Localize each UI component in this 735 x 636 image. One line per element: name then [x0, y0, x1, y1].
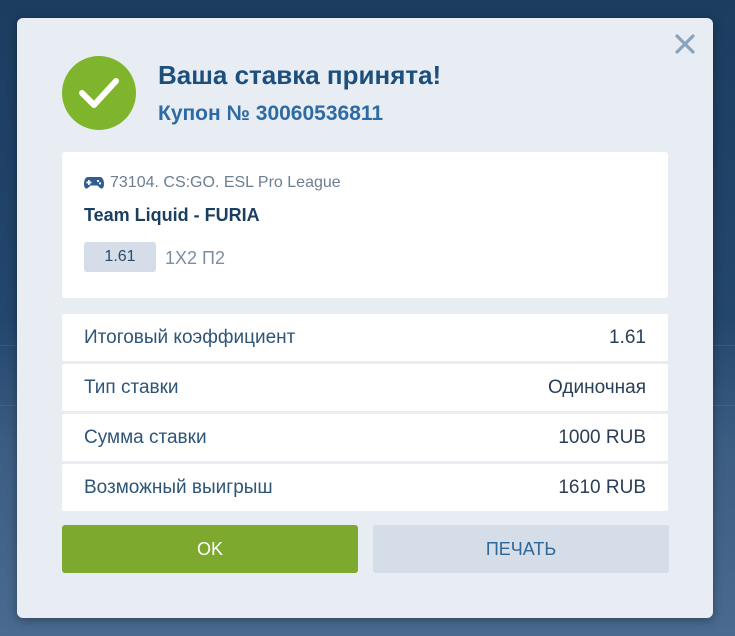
close-button[interactable] — [671, 30, 699, 58]
summary-row: Возможный выигрыш 1610 RUB — [62, 464, 668, 511]
event-league-line: 73104. CS:GO. ESL Pro League — [84, 174, 341, 192]
coupon-number: Купон № 30060536811 — [158, 102, 384, 125]
dialog-title: Ваша ставка принята! — [158, 60, 442, 90]
summary-row: Сумма ставки 1000 RUB — [62, 414, 668, 461]
print-button[interactable]: ПЕЧАТЬ — [373, 525, 669, 573]
close-icon — [675, 34, 695, 54]
gamepad-icon — [84, 177, 104, 189]
summary-label: Сумма ставки — [84, 426, 207, 448]
success-check-icon — [62, 56, 136, 130]
bet-summary: Итоговый коэффициент 1.61 Тип ставки Оди… — [62, 314, 668, 514]
summary-row: Тип ставки Одиночная — [62, 364, 668, 411]
summary-value: Одиночная — [548, 376, 646, 398]
summary-label: Тип ставки — [84, 376, 179, 398]
summary-value: 1610 RUB — [558, 476, 646, 498]
summary-label: Возможный выигрыш — [84, 476, 273, 498]
event-card: 73104. CS:GO. ESL Pro League Team Liquid… — [62, 152, 668, 298]
summary-value: 1000 RUB — [558, 426, 646, 448]
odds-badge: 1.61 — [84, 242, 156, 272]
summary-value: 1.61 — [609, 326, 646, 348]
summary-label: Итоговый коэффициент — [84, 326, 296, 348]
summary-row: Итоговый коэффициент 1.61 — [62, 314, 668, 361]
event-league: 73104. CS:GO. ESL Pro League — [110, 174, 341, 191]
ok-button[interactable]: OK — [62, 525, 358, 573]
match-name: Team Liquid - FURIA — [84, 205, 260, 225]
bet-market: 1X2 П2 — [165, 248, 225, 268]
bet-confirmation-dialog: Ваша ставка принята! Купон № 30060536811… — [17, 18, 713, 618]
